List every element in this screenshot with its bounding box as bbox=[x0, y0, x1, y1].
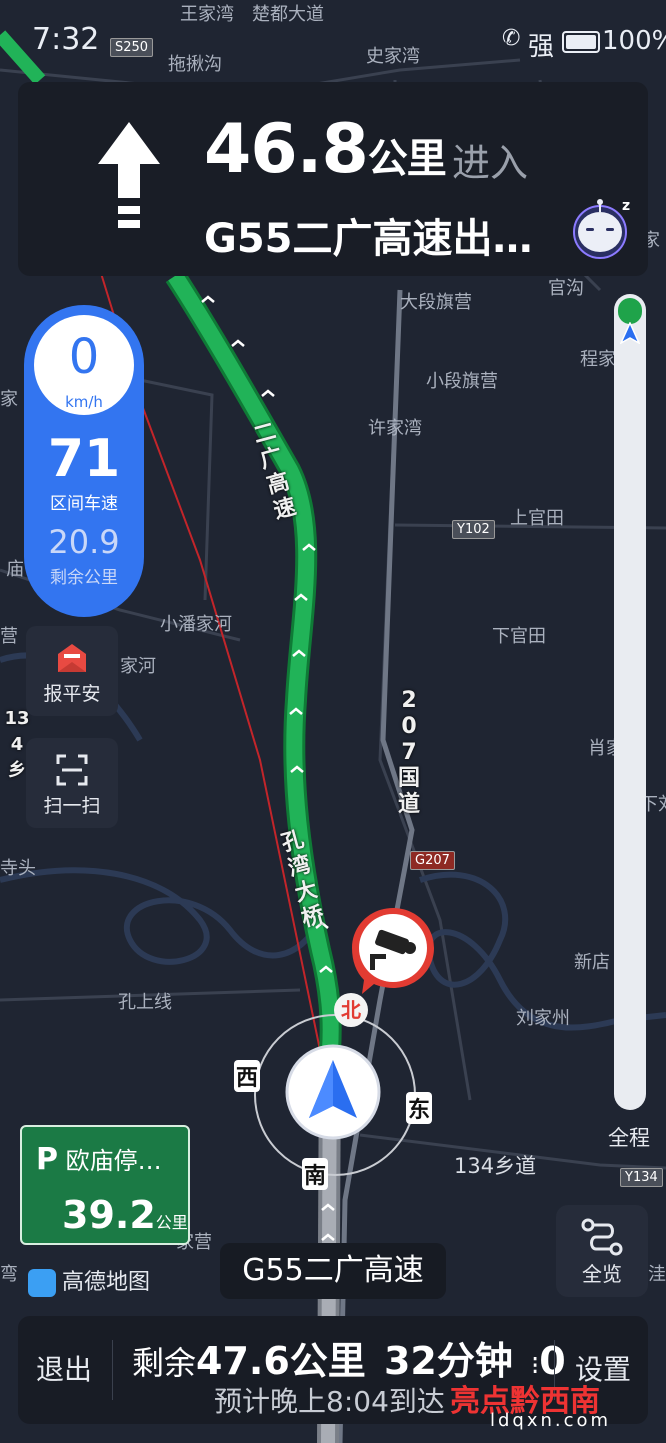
turn-guidance-card[interactable]: 46.8公里 进入 G55二广高速出… bbox=[18, 82, 648, 276]
map-road-label: 孔上线 bbox=[118, 992, 172, 1013]
scan-button[interactable]: 扫一扫 bbox=[26, 738, 118, 828]
remaining-prefix: 剩余 bbox=[132, 1344, 197, 1382]
map-place-label: 官沟 bbox=[548, 278, 584, 299]
exit-button[interactable]: 退出 bbox=[18, 1316, 110, 1424]
map-place-label: 庙 bbox=[6, 559, 24, 580]
overview-label: 全览 bbox=[582, 1262, 622, 1286]
section-speed-value: 71 bbox=[47, 429, 121, 489]
map-road-label: 134乡道 bbox=[454, 1154, 537, 1178]
parking-distance-value: 39.2 bbox=[62, 1193, 156, 1237]
current-speed-value: 0 bbox=[68, 329, 100, 385]
section-speed-label: 区间车速 bbox=[50, 494, 118, 514]
current-speed-unit: km/h bbox=[65, 393, 103, 411]
battery-level: 100% bbox=[602, 26, 666, 56]
guidance-action: 进入 bbox=[452, 141, 529, 185]
status-time: 7:32 bbox=[32, 22, 100, 57]
overview-button[interactable]: 全览 bbox=[556, 1205, 648, 1297]
straight-arrow-icon bbox=[98, 122, 160, 228]
envelope-icon bbox=[58, 644, 86, 672]
remaining-distance: 47.6公里 bbox=[196, 1339, 366, 1383]
compass-north: 北 bbox=[334, 993, 368, 1027]
map-place-label: 小段旗营 bbox=[426, 371, 498, 392]
guidance-distance-value: 46.8 bbox=[204, 110, 369, 189]
map-place-label: 小潘家河 bbox=[160, 614, 232, 635]
current-speed: 0 km/h bbox=[34, 315, 134, 415]
map-place-label: 新店 bbox=[574, 952, 610, 973]
scan-label: 扫一扫 bbox=[43, 795, 101, 817]
map-road-label: 207国道 bbox=[397, 688, 420, 817]
speed-camera-icon bbox=[352, 908, 434, 994]
section-remaining-value: 20.9 bbox=[48, 523, 120, 561]
route-overview-icon bbox=[581, 1218, 623, 1256]
route-progress-bar[interactable] bbox=[614, 294, 646, 1110]
voice-assistant-icon[interactable]: z bbox=[566, 192, 636, 262]
road-shield: Y134 bbox=[620, 1168, 663, 1187]
status-bar: 7:32 强 ✆ 100% bbox=[0, 0, 666, 80]
map-place-label: 家 bbox=[0, 389, 18, 410]
vehicle-position-icon bbox=[620, 322, 640, 344]
app-brand: 高德地图 bbox=[28, 1264, 150, 1297]
map-place-label: 家河 bbox=[120, 656, 156, 677]
guidance-road: G55二广高速出… bbox=[204, 216, 533, 262]
map-place-label: 刘家州 bbox=[516, 1008, 570, 1029]
parking-distance-unit: 公里 bbox=[155, 1213, 188, 1232]
battery-icon bbox=[562, 31, 600, 53]
eta-text: 预计晚上8:04到达 bbox=[214, 1385, 445, 1418]
divider bbox=[112, 1340, 113, 1400]
car-position-icon bbox=[285, 1044, 381, 1140]
parking-distance: 39.2公里 bbox=[62, 1193, 188, 1237]
call-icon: ✆ bbox=[502, 26, 521, 51]
svg-text:z: z bbox=[622, 198, 630, 214]
road-shield: Y102 bbox=[452, 520, 495, 539]
scan-icon bbox=[56, 754, 88, 786]
map-road-label-207: 207国道 bbox=[396, 688, 422, 818]
route-progress-fill bbox=[618, 298, 642, 324]
route-progress-label: 全程 bbox=[608, 1126, 650, 1150]
parking-icon: P bbox=[36, 1142, 58, 1177]
map-place-label: 大段旗营 bbox=[400, 292, 472, 313]
map-place-label: 上官田 bbox=[510, 508, 564, 529]
navigation-screen: 王家湾 楚都大道 拖揪沟 史家湾 大段旗营 官沟 程家 小段旗营 许家湾 上官田… bbox=[0, 0, 666, 1443]
map-place-label: 许家湾 bbox=[368, 418, 422, 439]
amap-logo-icon bbox=[28, 1269, 56, 1297]
map-place-label: 寺头 bbox=[0, 858, 36, 879]
compass-west: 西 bbox=[234, 1060, 261, 1092]
parking-name: P 欧庙停… bbox=[36, 1141, 162, 1177]
speed-panel[interactable]: 0 km/h 71 区间车速 20.9 剩余公里 bbox=[24, 305, 144, 617]
map-place-label: 下官田 bbox=[492, 626, 546, 647]
guidance-distance-unit: 公里 bbox=[367, 136, 447, 182]
signal-strength: 强 bbox=[528, 32, 555, 62]
map-place-label: 弯 bbox=[0, 1264, 18, 1285]
map-place-label: 程家 bbox=[580, 349, 616, 370]
section-remaining-label: 剩余公里 bbox=[50, 568, 118, 588]
map-place-label: 营 bbox=[0, 626, 18, 647]
guidance-distance: 46.8公里 bbox=[204, 110, 447, 189]
current-road-name: G55二广高速 bbox=[220, 1243, 446, 1299]
compass-east: 东 bbox=[406, 1092, 433, 1124]
road-shield: G207 bbox=[410, 851, 455, 870]
compass-south: 南 bbox=[302, 1158, 329, 1190]
app-brand-text: 高德地图 bbox=[62, 1270, 151, 1295]
report-safe-label: 报平安 bbox=[43, 683, 101, 705]
watermark-url: ldqxn.com bbox=[490, 1410, 612, 1431]
parking-name-text: 欧庙停… bbox=[65, 1147, 162, 1175]
parking-card[interactable]: P 欧庙停… 39.2公里 bbox=[20, 1125, 190, 1245]
report-safe-button[interactable]: 报平安 bbox=[26, 626, 118, 716]
